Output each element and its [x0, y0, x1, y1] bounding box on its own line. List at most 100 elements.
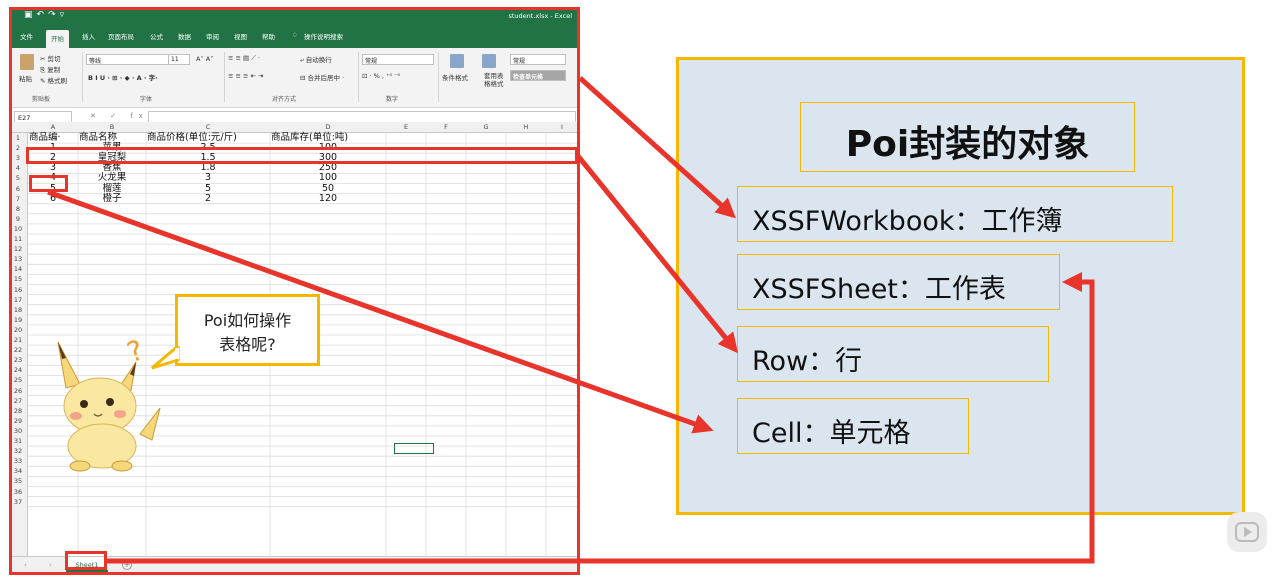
style-normal[interactable]: 常规	[510, 54, 566, 65]
lightbulb-icon[interactable]: ♢	[292, 31, 298, 39]
cell-d7[interactable]: 120	[270, 193, 386, 204]
row-header-37[interactable]: 37	[10, 498, 26, 506]
row-header-36[interactable]: 36	[10, 488, 26, 496]
cell-b6[interactable]: 榴莲	[78, 183, 146, 194]
row-header-4[interactable]: 4	[10, 164, 26, 172]
row-header-25[interactable]: 25	[10, 376, 26, 384]
sheet-nav-arrows[interactable]: ‹ ›	[24, 561, 62, 569]
redo-icon[interactable]: ↷	[48, 10, 60, 20]
cell-c5[interactable]: 3	[146, 173, 270, 183]
row-header-10[interactable]: 10	[10, 225, 26, 233]
tab-view[interactable]: 视图	[234, 31, 247, 41]
merge-center-button[interactable]: ⊟ 合并后居中 ·	[300, 72, 344, 82]
number-format-select[interactable]: 常规	[362, 54, 434, 65]
column-header-c[interactable]: C	[146, 123, 270, 131]
formula-buttons[interactable]: ✕ ✓ fx	[90, 112, 149, 120]
row-header-23[interactable]: 23	[10, 356, 26, 364]
cell-a7[interactable]: 6	[28, 193, 78, 204]
cell-c6[interactable]: 5	[146, 183, 270, 194]
column-header-g[interactable]: G	[466, 123, 506, 131]
row-header-2[interactable]: 2	[10, 144, 26, 152]
row-header-18[interactable]: 18	[10, 306, 26, 314]
row-header-17[interactable]: 17	[10, 296, 26, 304]
bold-italic-underline-buttons[interactable]: B I U · ⊞ · ◆ · A · 字·	[88, 72, 158, 82]
vertical-align-buttons[interactable]: ≡ ≡ ▤ ⟋ ·	[228, 54, 260, 63]
row-header-34[interactable]: 34	[10, 467, 26, 475]
tab-review[interactable]: 审阅	[206, 31, 219, 41]
cell-b7[interactable]: 橙子	[78, 193, 146, 204]
row-header-16[interactable]: 16	[10, 286, 26, 294]
row-header-33[interactable]: 33	[10, 457, 26, 465]
play-icon[interactable]	[1227, 512, 1267, 552]
row-header-12[interactable]: 12	[10, 245, 26, 253]
row-header-30[interactable]: 30	[10, 427, 26, 435]
quick-access-toolbar[interactable]: ▣↶↷▿	[24, 10, 68, 20]
row-header-7[interactable]: 7	[10, 195, 26, 203]
format-painter-button[interactable]: ✎ 格式刷	[40, 75, 67, 85]
column-header-f[interactable]: F	[426, 123, 466, 131]
tab-help[interactable]: 帮助	[262, 31, 275, 41]
row-header-8[interactable]: 8	[10, 205, 26, 213]
row-header-15[interactable]: 15	[10, 275, 26, 283]
cell-b5[interactable]: 火龙果	[78, 173, 146, 183]
font-grow-shrink-buttons[interactable]: A˄ A˅	[196, 55, 213, 63]
tab-home[interactable]: 开始	[46, 30, 69, 48]
column-header-h[interactable]: H	[506, 123, 546, 131]
row-header-35[interactable]: 35	[10, 477, 26, 485]
row-header-3[interactable]: 3	[10, 154, 26, 162]
conditional-format-button[interactable]: 条件格式	[442, 72, 468, 82]
row-header-11[interactable]: 11	[10, 235, 26, 243]
table-format-button[interactable]: 套用表格格式	[484, 72, 508, 88]
paste-button[interactable]: 粘贴	[19, 73, 32, 83]
column-header-b[interactable]: B	[78, 123, 146, 131]
row-header-31[interactable]: 31	[10, 437, 26, 445]
tab-data[interactable]: 数据	[178, 31, 191, 41]
cell-d6[interactable]: 50	[270, 183, 386, 194]
number-format-buttons[interactable]: ⊡ · % , ⁺⁰ ⁻⁰	[362, 72, 400, 80]
cut-button[interactable]: ✂ 剪切	[40, 53, 61, 63]
add-sheet-icon[interactable]: +	[122, 560, 132, 570]
table-format-icon[interactable]	[482, 54, 496, 68]
row-header-5[interactable]: 5	[10, 174, 26, 182]
row-header-6[interactable]: 6	[10, 185, 26, 193]
cell-c7[interactable]: 2	[146, 193, 270, 204]
row-header-14[interactable]: 14	[10, 265, 26, 273]
column-header-a[interactable]: A	[28, 123, 78, 131]
row-header-24[interactable]: 24	[10, 366, 26, 374]
wrap-text-button[interactable]: ⤶ 自动换行	[300, 54, 332, 65]
row-header-13[interactable]: 13	[10, 255, 26, 263]
row-header-21[interactable]: 21	[10, 336, 26, 344]
selected-cell-e27[interactable]	[394, 443, 434, 454]
column-header-e[interactable]: E	[386, 123, 426, 131]
font-name-select[interactable]: 等线	[86, 54, 170, 65]
row-header-1[interactable]: 1	[10, 134, 26, 142]
undo-icon[interactable]: ↶	[37, 10, 49, 20]
tab-insert[interactable]: 插入	[82, 31, 95, 41]
row-header-20[interactable]: 20	[10, 326, 26, 334]
row-header-22[interactable]: 22	[10, 346, 26, 354]
row-header-27[interactable]: 27	[10, 397, 26, 405]
tab-page-layout[interactable]: 页面布局	[108, 31, 134, 41]
row-header-32[interactable]: 32	[10, 447, 26, 455]
column-header-d[interactable]: D	[270, 123, 386, 131]
font-size-select[interactable]: 11	[168, 54, 190, 65]
row-header-19[interactable]: 19	[10, 316, 26, 324]
copy-button[interactable]: ⎘ 复制	[40, 64, 60, 75]
tab-file[interactable]: 文件	[20, 31, 33, 41]
horizontal-align-buttons[interactable]: ≡ ≡ ≡ ⇤ ⇥	[228, 72, 264, 80]
play-button[interactable]	[1227, 512, 1267, 552]
customize-icon[interactable]: ▿	[60, 10, 69, 20]
style-check-cell[interactable]: 检查单元格	[510, 70, 566, 81]
tab-formulas[interactable]: 公式	[150, 31, 163, 41]
row-header-28[interactable]: 28	[10, 407, 26, 415]
paste-icon[interactable]	[20, 54, 34, 70]
save-icon[interactable]: ▣	[24, 10, 37, 20]
cell-d5[interactable]: 100	[270, 173, 386, 183]
column-header-i[interactable]: I	[546, 123, 578, 131]
row-header-9[interactable]: 9	[10, 215, 26, 223]
row-header-29[interactable]: 29	[10, 417, 26, 425]
row-header-26[interactable]: 26	[10, 387, 26, 395]
fx-icon[interactable]: fx	[130, 112, 149, 120]
conditional-format-icon[interactable]	[450, 54, 464, 68]
tell-me-search[interactable]: 操作说明搜索	[304, 31, 343, 41]
